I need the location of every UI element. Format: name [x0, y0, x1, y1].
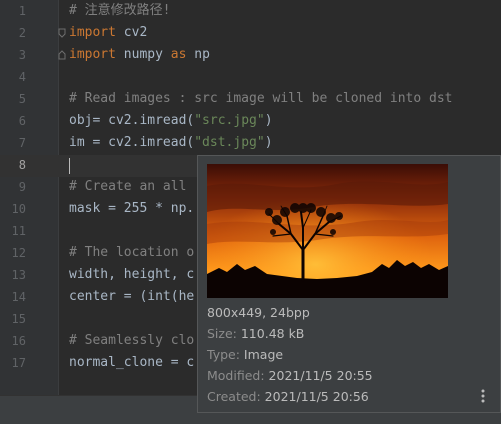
- size-value: 110.48 kB: [240, 326, 305, 341]
- code-text[interactable]: # Seamlessly clo: [69, 330, 194, 352]
- line-number: 11: [11, 224, 26, 238]
- code-token: "src.jpg": [194, 113, 265, 128]
- code-token: # Seamlessly clo: [69, 333, 195, 348]
- code-token: # Create an all: [69, 179, 187, 194]
- line-number: 17: [11, 356, 26, 370]
- code-token: ): [264, 113, 273, 128]
- code-token: "dst.jpg": [194, 135, 265, 150]
- line-number: 12: [11, 246, 26, 260]
- line-number: 8: [18, 158, 26, 172]
- code-token: # 注意修改路径!: [69, 3, 171, 18]
- code-line[interactable]: 4: [0, 66, 501, 88]
- code-token: normal_clone = c: [69, 355, 195, 370]
- line-number: 5: [18, 92, 26, 106]
- code-text[interactable]: # 注意修改路径!: [69, 0, 170, 22]
- image-thumbnail: [207, 164, 448, 298]
- code-token: # Read images : src image will be cloned…: [69, 91, 453, 106]
- fold-marker-icon[interactable]: [58, 28, 66, 38]
- code-line[interactable]: 7 im = cv2.imread("dst.jpg"): [0, 132, 501, 154]
- code-token: im = cv2.imread(: [69, 135, 195, 150]
- line-number: 15: [11, 312, 26, 326]
- code-text[interactable]: # Create an all: [69, 176, 186, 198]
- code-token: import: [69, 47, 116, 62]
- code-token: import: [69, 25, 116, 40]
- code-token: as: [170, 47, 187, 62]
- vertical-ellipsis-icon[interactable]: [479, 388, 487, 404]
- code-line[interactable]: 5 # Read images : src image will be clone…: [0, 88, 501, 110]
- line-number: 7: [18, 136, 26, 150]
- code-line[interactable]: 6 obj= cv2.imread("src.jpg"): [0, 110, 501, 132]
- text-caret: [69, 158, 70, 174]
- size-label: Size:: [207, 326, 237, 341]
- line-number: 1: [18, 4, 26, 18]
- code-text[interactable]: obj= cv2.imread("src.jpg"): [69, 110, 273, 132]
- code-text[interactable]: mask = 255 * np.: [69, 198, 194, 220]
- code-text[interactable]: center = (int(he: [69, 286, 194, 308]
- code-line[interactable]: 2 import cv2: [0, 22, 501, 44]
- modified-label: Modified:: [207, 368, 265, 383]
- code-text[interactable]: import cv2: [69, 22, 147, 44]
- line-number: 2: [18, 26, 26, 40]
- code-token: 255: [123, 201, 148, 216]
- code-token: * np.: [147, 201, 195, 216]
- code-text[interactable]: im = cv2.imread("dst.jpg"): [69, 132, 273, 154]
- line-number: 4: [18, 70, 26, 84]
- line-number: 9: [18, 180, 26, 194]
- image-dimensions: 800x449, 24bpp: [207, 305, 310, 320]
- code-token: width, height, c: [69, 267, 195, 282]
- code-token: mask =: [69, 201, 124, 216]
- line-number: 14: [11, 290, 26, 304]
- code-text[interactable]: normal_clone = c: [69, 352, 194, 374]
- modified-value: 2021/11/5 20:55: [268, 368, 373, 383]
- code-line[interactable]: 3 import numpy as np: [0, 44, 501, 66]
- type-value: Image: [243, 347, 284, 362]
- created-value: 2021/11/5 20:56: [264, 389, 369, 404]
- type-label: Type:: [207, 347, 240, 362]
- fold-marker-icon[interactable]: [58, 50, 66, 60]
- line-number: 6: [18, 114, 26, 128]
- code-token: # The location o: [69, 245, 195, 260]
- code-text[interactable]: # The location o: [69, 242, 194, 264]
- code-token: cv2: [115, 25, 148, 40]
- created-label: Created:: [207, 389, 261, 404]
- image-type-row: Type: Image: [207, 344, 283, 365]
- code-line[interactable]: 1 # 注意修改路径!: [0, 0, 501, 22]
- image-modified-row: Modified: 2021/11/5 20:55: [207, 365, 373, 386]
- image-size-row: Size: 110.48 kB: [207, 323, 304, 344]
- code-text[interactable]: import numpy as np: [69, 44, 210, 66]
- line-number: 3: [18, 48, 26, 62]
- image-preview-popup: 800x449, 24bpp Size: 110.48 kB Type: Ima…: [197, 155, 501, 413]
- line-number: 16: [11, 334, 26, 348]
- image-created-row: Created: 2021/11/5 20:56: [207, 386, 369, 407]
- code-token: center = (int(he: [69, 289, 195, 304]
- code-token: numpy: [115, 47, 171, 62]
- code-token: np: [186, 47, 210, 62]
- line-number: 13: [11, 268, 26, 282]
- line-number: 10: [11, 202, 26, 216]
- code-text[interactable]: # Read images : src image will be cloned…: [69, 88, 453, 110]
- code-text[interactable]: width, height, c: [69, 264, 194, 286]
- code-token: ): [264, 135, 273, 150]
- code-token: obj= cv2.imread(: [69, 113, 195, 128]
